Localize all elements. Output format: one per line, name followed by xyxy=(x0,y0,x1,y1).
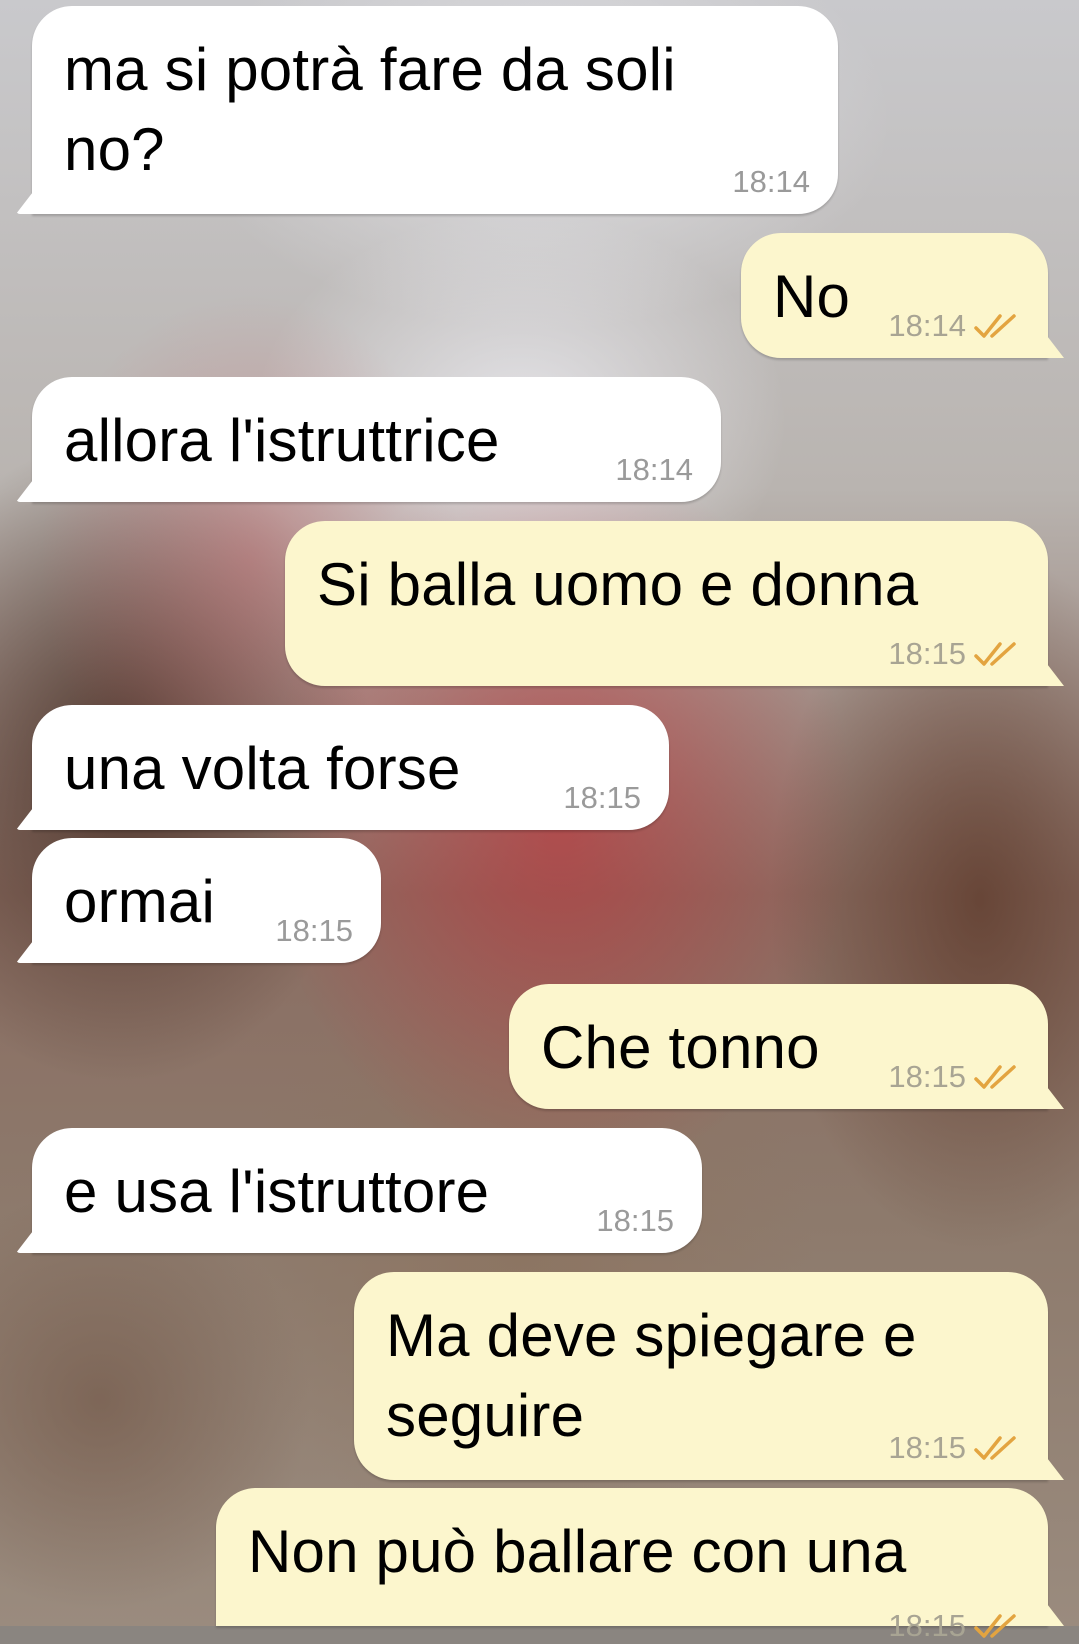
message-meta: 18:15 xyxy=(888,1430,1020,1466)
message-line: ma si potrà fare da soli xyxy=(64,36,676,103)
double-check-icon xyxy=(974,314,1016,338)
message-meta: 18:14 xyxy=(732,164,810,200)
message-meta: 18:14 xyxy=(615,452,693,488)
message-line: seguire xyxy=(386,1382,585,1449)
double-check-icon xyxy=(974,1614,1016,1638)
incoming-message[interactable]: ma si potrà fare da soli no? 18:14 xyxy=(32,6,838,214)
message-text: ormai xyxy=(64,862,215,942)
incoming-message[interactable]: ormai 18:15 xyxy=(32,838,381,963)
message-line: Si balla uomo e donna xyxy=(317,551,919,618)
message-timestamp: 18:15 xyxy=(563,780,641,815)
message-text: Che tonno xyxy=(541,1008,820,1088)
message-text: allora l'istruttrice xyxy=(64,401,500,481)
message-timestamp: 18:15 xyxy=(888,1430,966,1465)
outgoing-message[interactable]: Non può ballare con una 18:15 xyxy=(216,1488,1048,1643)
message-line: ormai xyxy=(64,868,216,935)
message-meta: 18:15 xyxy=(563,780,641,816)
message-meta: 18:14 xyxy=(888,308,1020,344)
message-line: Non può ballare con una xyxy=(248,1518,907,1585)
message-timestamp: 18:15 xyxy=(275,913,353,948)
message-line: no? xyxy=(64,116,165,183)
message-text: una volta forse xyxy=(64,729,461,809)
message-text: ma si potrà fare da soli no? xyxy=(64,30,676,190)
message-timestamp: 18:15 xyxy=(888,636,966,671)
double-check-icon xyxy=(974,642,1016,666)
outgoing-message[interactable]: No 18:14 xyxy=(741,233,1048,358)
message-line: No xyxy=(773,263,851,330)
double-check-icon xyxy=(974,1065,1016,1089)
message-timestamp: 18:15 xyxy=(888,1059,966,1094)
message-text: Si balla uomo e donna xyxy=(317,545,918,625)
message-text: Ma deve spiegare e seguire xyxy=(386,1296,917,1456)
message-meta: 18:15 xyxy=(888,1059,1020,1095)
message-line: Che tonno xyxy=(541,1014,820,1081)
message-timestamp: 18:15 xyxy=(888,1608,966,1643)
message-line: Ma deve spiegare e xyxy=(386,1302,917,1369)
message-line: una volta forse xyxy=(64,735,461,802)
double-check-icon xyxy=(974,1436,1016,1460)
message-meta: 18:15 xyxy=(596,1203,674,1239)
message-timestamp: 18:15 xyxy=(596,1203,674,1238)
message-line: allora l'istruttrice xyxy=(64,407,500,474)
message-text: e usa l'istruttore xyxy=(64,1152,489,1232)
incoming-message[interactable]: e usa l'istruttore 18:15 xyxy=(32,1128,702,1253)
message-text: No xyxy=(773,257,850,337)
message-meta: 18:15 xyxy=(888,1608,1020,1644)
incoming-message[interactable]: una volta forse 18:15 xyxy=(32,705,669,830)
outgoing-message[interactable]: Che tonno 18:15 xyxy=(509,984,1048,1109)
message-timestamp: 18:14 xyxy=(888,308,966,343)
message-meta: 18:15 xyxy=(888,636,1020,672)
message-line: e usa l'istruttore xyxy=(64,1158,490,1225)
incoming-message[interactable]: allora l'istruttrice 18:14 xyxy=(32,377,721,502)
outgoing-message[interactable]: Si balla uomo e donna 18:15 xyxy=(285,521,1048,686)
message-text: Non può ballare con una xyxy=(248,1512,906,1592)
message-meta: 18:15 xyxy=(275,913,353,949)
message-timestamp: 18:14 xyxy=(615,452,693,487)
message-timestamp: 18:14 xyxy=(732,164,810,199)
outgoing-message[interactable]: Ma deve spiegare e seguire 18:15 xyxy=(354,1272,1048,1480)
